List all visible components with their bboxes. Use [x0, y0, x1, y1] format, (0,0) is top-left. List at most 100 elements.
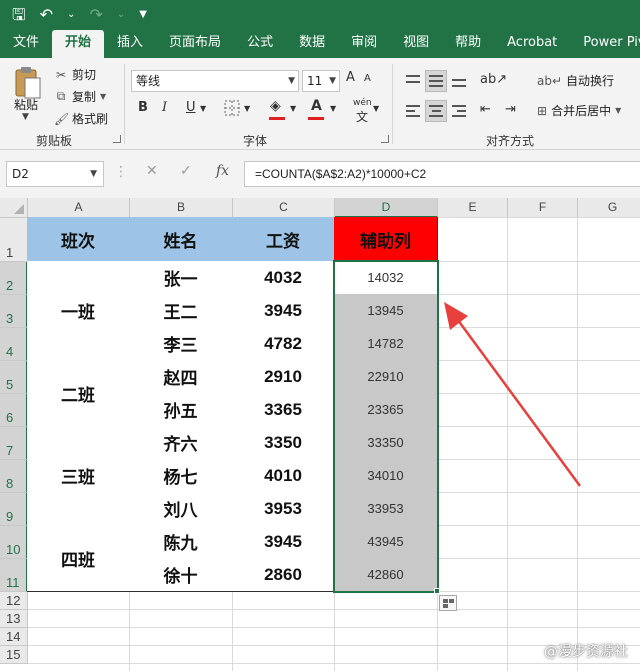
select-all-button[interactable]: [0, 198, 28, 218]
helper-cell[interactable]: 22910: [334, 360, 438, 394]
font-size-select[interactable]: 11 ▼: [302, 70, 340, 92]
tab-5[interactable]: 数据: [286, 30, 338, 58]
redo-dropdown-icon[interactable]: ⌄: [117, 0, 125, 30]
font-launcher-icon[interactable]: [381, 135, 389, 143]
helper-cell[interactable]: 14032: [334, 261, 438, 295]
name-cell[interactable]: 徐十: [129, 558, 233, 592]
phonetic-guide-icon[interactable]: wén: [353, 98, 372, 108]
row-header-7[interactable]: 7: [0, 427, 28, 460]
name-cell[interactable]: 刘八: [129, 492, 233, 526]
row-header-12[interactable]: 12: [0, 592, 28, 610]
undo-icon[interactable]: ↶: [40, 0, 53, 30]
helper-cell[interactable]: 14782: [334, 327, 438, 361]
format-painter-button[interactable]: 🖌 格式刷: [54, 110, 108, 127]
class-cell-1[interactable]: 二班: [27, 360, 130, 427]
name-cell[interactable]: 李三: [129, 327, 233, 361]
cut-button[interactable]: ✂ 剪切: [54, 66, 96, 83]
column-header-a[interactable]: A: [28, 198, 130, 218]
name-cell[interactable]: 张一: [129, 261, 233, 295]
class-cell-0[interactable]: 一班: [27, 261, 130, 361]
row-header-9[interactable]: 9: [0, 493, 28, 526]
salary-cell[interactable]: 3953: [232, 492, 335, 526]
name-cell[interactable]: 赵四: [129, 360, 233, 394]
italic-button[interactable]: I: [162, 100, 167, 115]
header-name[interactable]: 姓名: [129, 217, 233, 262]
salary-cell[interactable]: 3945: [232, 525, 335, 559]
helper-cell[interactable]: 33350: [334, 426, 438, 460]
name-cell[interactable]: 陈九: [129, 525, 233, 559]
bold-button[interactable]: B: [138, 100, 148, 115]
customize-toolbar-icon[interactable]: ▼: [139, 0, 147, 30]
paste-dropdown-icon[interactable]: ▼: [22, 112, 29, 122]
border-icon[interactable]: [224, 100, 240, 116]
row-header-6[interactable]: 6: [0, 394, 28, 427]
fill-color-dropdown-icon[interactable]: ▼: [290, 104, 296, 113]
copy-dropdown-icon[interactable]: ▼: [100, 92, 106, 101]
column-header-c[interactable]: C: [233, 198, 335, 218]
decrease-indent-icon[interactable]: ⇤: [480, 102, 491, 117]
tab-9[interactable]: Acrobat: [494, 30, 570, 58]
name-cell[interactable]: 杨七: [129, 459, 233, 493]
row-header-13[interactable]: 13: [0, 610, 28, 628]
row-header-1[interactable]: 1: [0, 218, 28, 262]
salary-cell[interactable]: 3350: [232, 426, 335, 460]
formula-input[interactable]: =COUNTA($A$2:A2)*10000+C2: [244, 161, 640, 187]
tab-7[interactable]: 视图: [390, 30, 442, 58]
fill-handle[interactable]: [434, 588, 440, 594]
underline-dropdown-icon[interactable]: ▼: [200, 104, 206, 113]
class-cell-3[interactable]: 四班: [27, 525, 130, 592]
class-cell-2[interactable]: 三班: [27, 426, 130, 526]
align-center-button[interactable]: [425, 100, 447, 122]
column-header-e[interactable]: E: [438, 198, 508, 218]
row-header-4[interactable]: 4: [0, 328, 28, 361]
font-color-dropdown-icon[interactable]: ▼: [330, 104, 336, 113]
save-icon[interactable]: 🖫: [12, 0, 26, 30]
row-header-11[interactable]: 11: [0, 559, 28, 592]
wrap-text-button[interactable]: ab↵ 自动换行: [537, 72, 614, 89]
column-header-b[interactable]: B: [130, 198, 233, 218]
salary-cell[interactable]: 3945: [232, 294, 335, 328]
phonetic-dropdown-icon[interactable]: ▼: [373, 104, 379, 113]
salary-cell[interactable]: 4010: [232, 459, 335, 493]
header-salary[interactable]: 工资: [232, 217, 335, 262]
tab-1[interactable]: 开始: [52, 30, 105, 58]
font-color-icon[interactable]: A: [311, 98, 322, 114]
orientation-icon[interactable]: ab↗: [480, 72, 507, 87]
header-helper[interactable]: 辅助列: [334, 217, 438, 262]
increase-indent-icon[interactable]: ⇥: [505, 102, 516, 117]
align-top-button[interactable]: [402, 70, 424, 92]
tab-10[interactable]: Power Pivot: [570, 30, 640, 58]
align-left-button[interactable]: [402, 100, 424, 122]
tab-6[interactable]: 审阅: [338, 30, 390, 58]
cancel-icon[interactable]: ✕: [146, 163, 158, 179]
column-header-d[interactable]: D: [335, 198, 438, 218]
copy-button[interactable]: ⧉ 复制 ▼: [54, 88, 106, 105]
helper-cell[interactable]: 34010: [334, 459, 438, 493]
name-box[interactable]: D2 ▼: [6, 161, 104, 187]
enter-icon[interactable]: ✓: [180, 163, 192, 179]
paste-button[interactable]: 粘贴: [14, 96, 38, 113]
helper-cell[interactable]: 43945: [334, 525, 438, 559]
row-header-2[interactable]: 2: [0, 262, 28, 295]
clipboard-paste-icon[interactable]: [14, 66, 42, 100]
underline-button[interactable]: U: [186, 100, 196, 115]
undo-dropdown-icon[interactable]: ⌄: [67, 0, 75, 30]
row-header-3[interactable]: 3: [0, 295, 28, 328]
row-header-10[interactable]: 10: [0, 526, 28, 559]
name-cell[interactable]: 王二: [129, 294, 233, 328]
align-right-button[interactable]: [448, 100, 470, 122]
fill-color-icon[interactable]: ◈: [270, 98, 281, 114]
align-middle-button[interactable]: [425, 70, 447, 92]
column-header-g[interactable]: G: [578, 198, 640, 218]
helper-cell[interactable]: 23365: [334, 393, 438, 427]
font-name-select[interactable]: 等线 ▼: [131, 70, 299, 92]
tab-0[interactable]: 文件: [0, 30, 52, 58]
helper-cell[interactable]: 33953: [334, 492, 438, 526]
header-class[interactable]: 班次: [27, 217, 130, 262]
quick-analysis-icon[interactable]: [439, 595, 457, 611]
row-header-14[interactable]: 14: [0, 628, 28, 646]
salary-cell[interactable]: 2910: [232, 360, 335, 394]
clipboard-launcher-icon[interactable]: [113, 135, 121, 143]
name-cell[interactable]: 孙五: [129, 393, 233, 427]
merge-center-button[interactable]: ⊞ 合并后居中 ▼: [537, 102, 621, 119]
